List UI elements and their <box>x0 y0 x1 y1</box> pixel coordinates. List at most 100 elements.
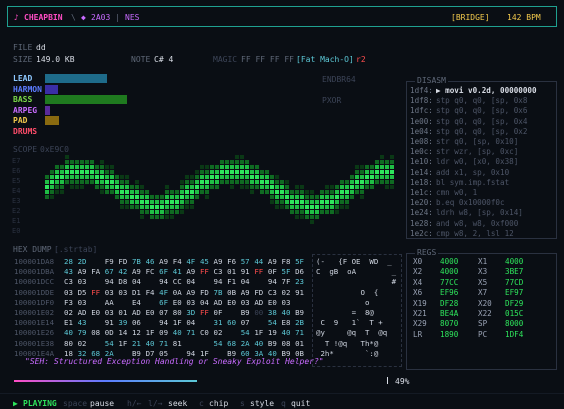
scope-pixel <box>170 205 174 209</box>
scope-pixel <box>100 170 104 174</box>
style-button[interactable]: style <box>250 400 274 408</box>
hexdump-byte: 91 <box>105 319 119 326</box>
scope-pixel <box>175 210 179 214</box>
disasm-address: 1e00: <box>410 118 433 126</box>
progress-track[interactable] <box>14 377 388 384</box>
scope-pixel <box>110 190 114 194</box>
hexdump-byte: FD <box>118 258 132 265</box>
scope-pixel <box>240 165 244 169</box>
hexdump-byte: AD <box>132 309 146 316</box>
scope-pixel <box>205 185 209 189</box>
hexdump-byte: 03 <box>105 289 119 296</box>
hexdump-address: 100001DF0 <box>14 299 64 306</box>
hexdump-byte: E0 <box>268 299 282 306</box>
hexdump-byte: A9 <box>268 258 282 265</box>
scope-pixel <box>340 190 344 194</box>
seek-button[interactable]: seek <box>168 400 187 408</box>
register-value: 1DF4 <box>505 331 523 339</box>
scope-pixel <box>385 175 389 179</box>
scope-pixel <box>180 205 184 209</box>
hexdump-byte: FD <box>254 289 268 296</box>
scope-pixel <box>185 180 189 184</box>
scope-pixel <box>290 200 294 204</box>
scope-pixel <box>215 170 219 174</box>
scope-pixel <box>65 165 69 169</box>
status-bar: ▶ PLAYING space pause h/← l/→ seek c chi… <box>0 393 564 409</box>
scope-pixel <box>390 155 394 159</box>
scope-pixel <box>270 175 274 179</box>
disasm-instruction: b.eq 0x10000f0c <box>436 199 505 207</box>
scope-pixel <box>125 175 129 179</box>
chip-button[interactable]: chip <box>209 400 228 408</box>
scope-pixel <box>115 175 119 179</box>
quit-button[interactable]: quit <box>291 400 310 408</box>
hexdump-byte: 94 <box>268 278 282 285</box>
hexdump-row: 100001E26 40 79 08 0D 14 12 1F 09 40 71 C0 02 54 1F 19 4… <box>14 329 309 336</box>
scope-pixel <box>185 195 189 199</box>
hexdump-byte: 04 <box>132 278 146 285</box>
scope-pixel <box>190 205 194 209</box>
scope-pixel <box>180 195 184 199</box>
hexdump-byte: CC <box>173 278 187 285</box>
scope-pixel <box>110 175 114 179</box>
register-value: 4000 <box>440 268 458 276</box>
scope-pixel <box>160 200 164 204</box>
hexdump-byte: 60 <box>227 319 241 326</box>
scope-pixel <box>235 180 239 184</box>
scope-pixel <box>280 200 284 204</box>
scope-pixel <box>55 170 59 174</box>
hexdump-byte: 02 <box>282 289 296 296</box>
scope-pixel <box>355 165 359 169</box>
hexdump-byte: 40 <box>64 329 78 336</box>
scope-pixel <box>180 200 184 204</box>
disasm-instruction: cmn w0, 1 <box>436 189 477 197</box>
scope-pixel <box>350 180 354 184</box>
hexdump-byte: F3 <box>64 299 78 306</box>
scope-pixel <box>190 175 194 179</box>
scope-pixel <box>200 185 204 189</box>
hexdump-address: 100001E02 <box>14 309 64 316</box>
register-value: EF96 <box>440 289 458 297</box>
hexdump-byte: AD <box>78 309 92 316</box>
scope-pixel <box>165 210 169 214</box>
scope-pixel <box>295 215 299 219</box>
hexdump-byte: A9 <box>241 289 255 296</box>
pause-button[interactable]: pause <box>90 400 114 408</box>
scope-pixel <box>280 190 284 194</box>
scope-pixel <box>330 190 334 194</box>
hexdump-byte: FC <box>146 268 160 275</box>
scope-pixel <box>90 170 94 174</box>
scope-pixel <box>370 185 374 189</box>
scope-pixel <box>175 200 179 204</box>
scope-pixel <box>260 185 264 189</box>
scope-pixel <box>390 180 394 184</box>
scope-pixel <box>300 215 304 219</box>
hexdump-ascii: T !@q Th*@ <box>316 340 378 347</box>
scope-pixel <box>75 185 79 189</box>
scope-pixel <box>335 205 339 209</box>
hexdump-byte: C0 <box>200 329 214 336</box>
scope-pixel <box>385 170 389 174</box>
scope-pixel <box>370 180 374 184</box>
scope-pixel <box>305 215 309 219</box>
hexdump-byte: 08 <box>282 340 296 347</box>
hexdump-byte: 71 <box>295 329 309 336</box>
scope-pixel <box>390 185 394 189</box>
scope-pixel <box>225 170 229 174</box>
scope-pixel <box>175 190 179 194</box>
scope-pixel <box>120 190 124 194</box>
hexdump-ascii: C 9 1` T + <box>316 319 383 326</box>
scope-pixel <box>305 200 309 204</box>
hexdump-byte: C3 <box>64 278 78 285</box>
hexdump-byte: A9 <box>132 268 146 275</box>
scope-pixel <box>195 170 199 174</box>
scope-pixel <box>275 200 279 204</box>
scope-pixel <box>390 170 394 174</box>
hexdump-byte: 68 <box>227 340 241 347</box>
scope-pixel <box>275 180 279 184</box>
scope-pixel <box>185 190 189 194</box>
scope-pixel <box>110 170 114 174</box>
disasm-current-instruction: ▶ movi v0.2d, 00000000 <box>436 87 537 95</box>
scope-pixel <box>220 160 224 164</box>
hexdump-byte: 03 <box>64 289 78 296</box>
